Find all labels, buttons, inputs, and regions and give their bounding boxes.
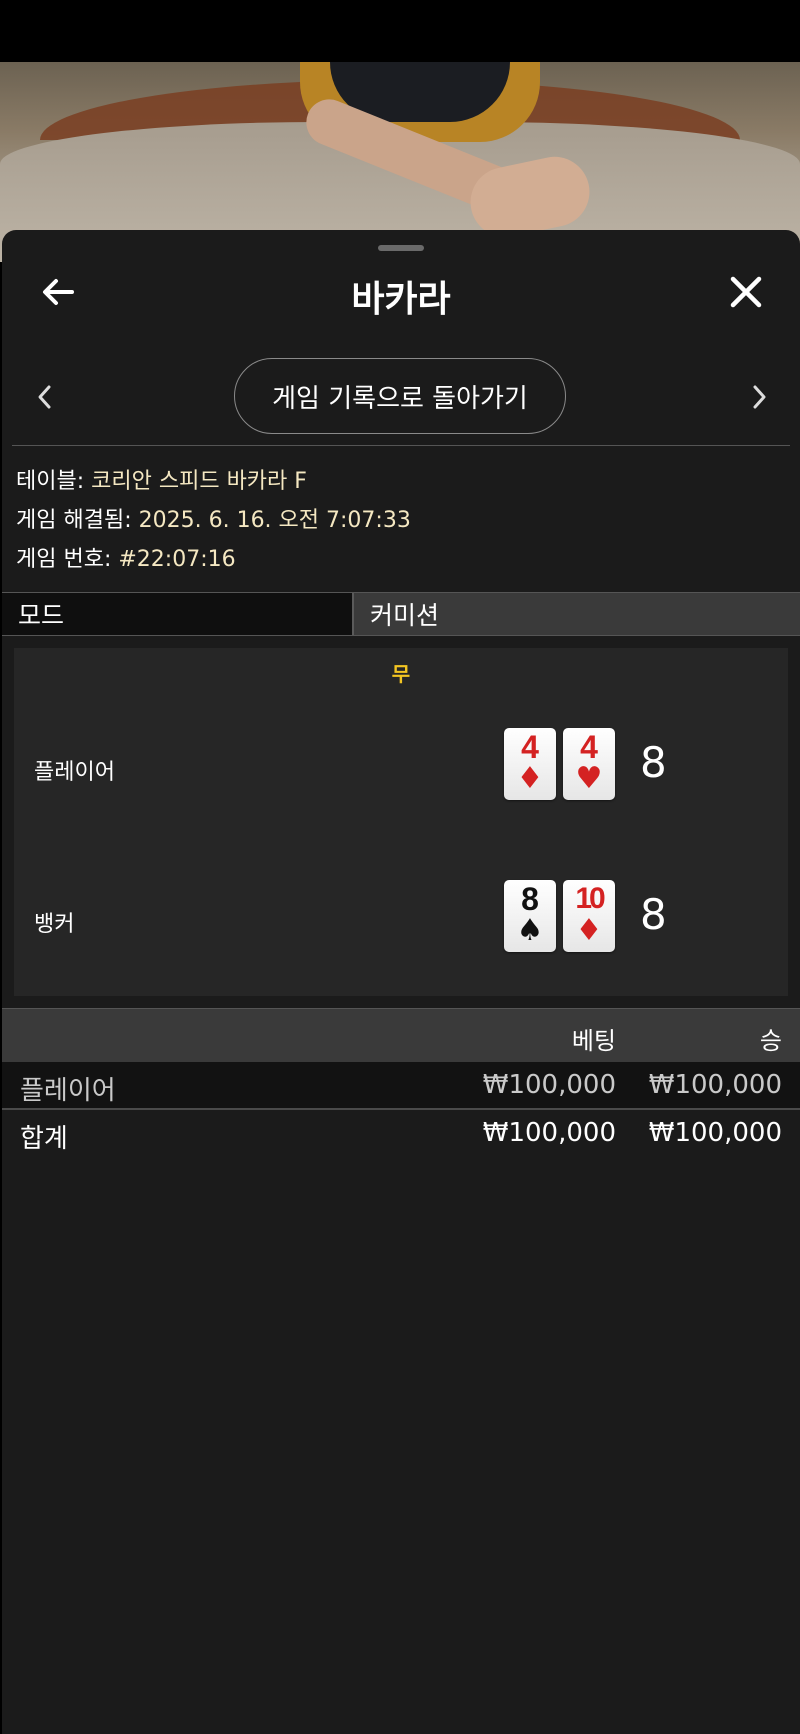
total-row: 합계 ₩100,000 ₩100,000 bbox=[2, 1110, 800, 1158]
bet-amount: ₩100,000 bbox=[482, 1070, 616, 1100]
tab-mode[interactable]: 모드 bbox=[2, 593, 354, 635]
chevron-right-icon bbox=[753, 385, 766, 409]
table-label: 테이블: bbox=[16, 469, 92, 494]
card-rank: 4 bbox=[580, 729, 598, 765]
banker-cards: 8 ♠ 10 ♦ bbox=[504, 880, 615, 952]
resolved-info-line: 게임 해결됨: 2025. 6. 16. 오전 7:07:33 bbox=[16, 501, 411, 540]
table-header: 베팅 승 bbox=[2, 1008, 800, 1062]
outcome-label: 무 bbox=[391, 662, 411, 686]
bet-name: 플레이어 bbox=[20, 1076, 116, 1106]
tab-commission[interactable]: 커미션 bbox=[354, 593, 800, 635]
game-navigation: 게임 기록으로 돌아가기 bbox=[2, 358, 800, 434]
game-result-panel: 무 플레이어 4 ♦ 4 ♥ 8 뱅커 8 ♠ 10 ♦ 8 bbox=[14, 648, 788, 996]
win-amount: ₩100,000 bbox=[648, 1070, 782, 1100]
header-bet: 베팅 bbox=[571, 1027, 616, 1055]
close-button[interactable] bbox=[726, 272, 766, 312]
playing-card: 10 ♦ bbox=[563, 880, 615, 952]
back-to-history-button[interactable]: 게임 기록으로 돌아가기 bbox=[234, 358, 566, 434]
previous-game-button[interactable] bbox=[30, 380, 60, 414]
resolved-label: 게임 해결됨: bbox=[16, 508, 139, 533]
banker-hand: 뱅커 8 ♠ 10 ♦ 8 bbox=[14, 880, 788, 960]
chevron-left-icon bbox=[38, 385, 51, 409]
player-name: 플레이어 bbox=[34, 760, 115, 785]
total-win: ₩100,000 bbox=[648, 1118, 782, 1148]
total-label: 합계 bbox=[20, 1124, 68, 1154]
player-cards: 4 ♦ 4 ♥ bbox=[504, 728, 615, 800]
total-bet: ₩100,000 bbox=[482, 1118, 616, 1148]
banker-name: 뱅커 bbox=[34, 912, 75, 937]
table-info-line: 테이블: 코리안 스피드 바카라 F bbox=[16, 462, 411, 501]
page-title: 바카라 bbox=[351, 279, 451, 320]
player-score: 8 bbox=[640, 738, 667, 787]
table-row: 플레이어 ₩100,000 ₩100,000 bbox=[2, 1062, 800, 1110]
game-number-line: 게임 번호: #22:07:16 bbox=[16, 540, 411, 579]
card-rank: 8 bbox=[521, 881, 539, 917]
banker-score: 8 bbox=[640, 890, 667, 939]
player-hand: 플레이어 4 ♦ 4 ♥ 8 bbox=[14, 728, 788, 808]
close-icon bbox=[730, 276, 762, 308]
bet-summary-table: 베팅 승 플레이어 ₩100,000 ₩100,000 합계 ₩100,000 … bbox=[2, 1008, 800, 1158]
drag-handle[interactable] bbox=[378, 245, 424, 251]
next-game-button[interactable] bbox=[744, 380, 774, 414]
divider bbox=[12, 445, 790, 446]
game-detail-sheet: 바카라 게임 기록으로 돌아가기 테이블: 코리안 스피드 바카라 F 게임 해… bbox=[2, 230, 800, 1734]
header: 바카라 bbox=[2, 260, 800, 320]
spade-suit-icon: ♠ bbox=[516, 913, 544, 948]
game-number-value: #22:07:16 bbox=[118, 547, 236, 572]
card-rank: 10 bbox=[575, 882, 605, 915]
game-number-label: 게임 번호: bbox=[16, 547, 119, 572]
heart-suit-icon: ♥ bbox=[575, 761, 603, 796]
card-rank: 4 bbox=[521, 729, 539, 765]
resolved-value: 2025. 6. 16. 오전 7:07:33 bbox=[138, 508, 411, 533]
playing-card: 4 ♦ bbox=[504, 728, 556, 800]
playing-card: 4 ♥ bbox=[563, 728, 615, 800]
diamond-suit-icon: ♦ bbox=[516, 761, 544, 796]
status-bar bbox=[0, 0, 800, 62]
game-info: 테이블: 코리안 스피드 바카라 F 게임 해결됨: 2025. 6. 16. … bbox=[16, 462, 411, 579]
header-win: 승 bbox=[759, 1027, 782, 1055]
diamond-suit-icon: ♦ bbox=[575, 913, 603, 948]
playing-card: 8 ♠ bbox=[504, 880, 556, 952]
mode-tabs: 모드 커미션 bbox=[2, 592, 800, 636]
table-value: 코리안 스피드 바카라 F bbox=[91, 469, 307, 494]
